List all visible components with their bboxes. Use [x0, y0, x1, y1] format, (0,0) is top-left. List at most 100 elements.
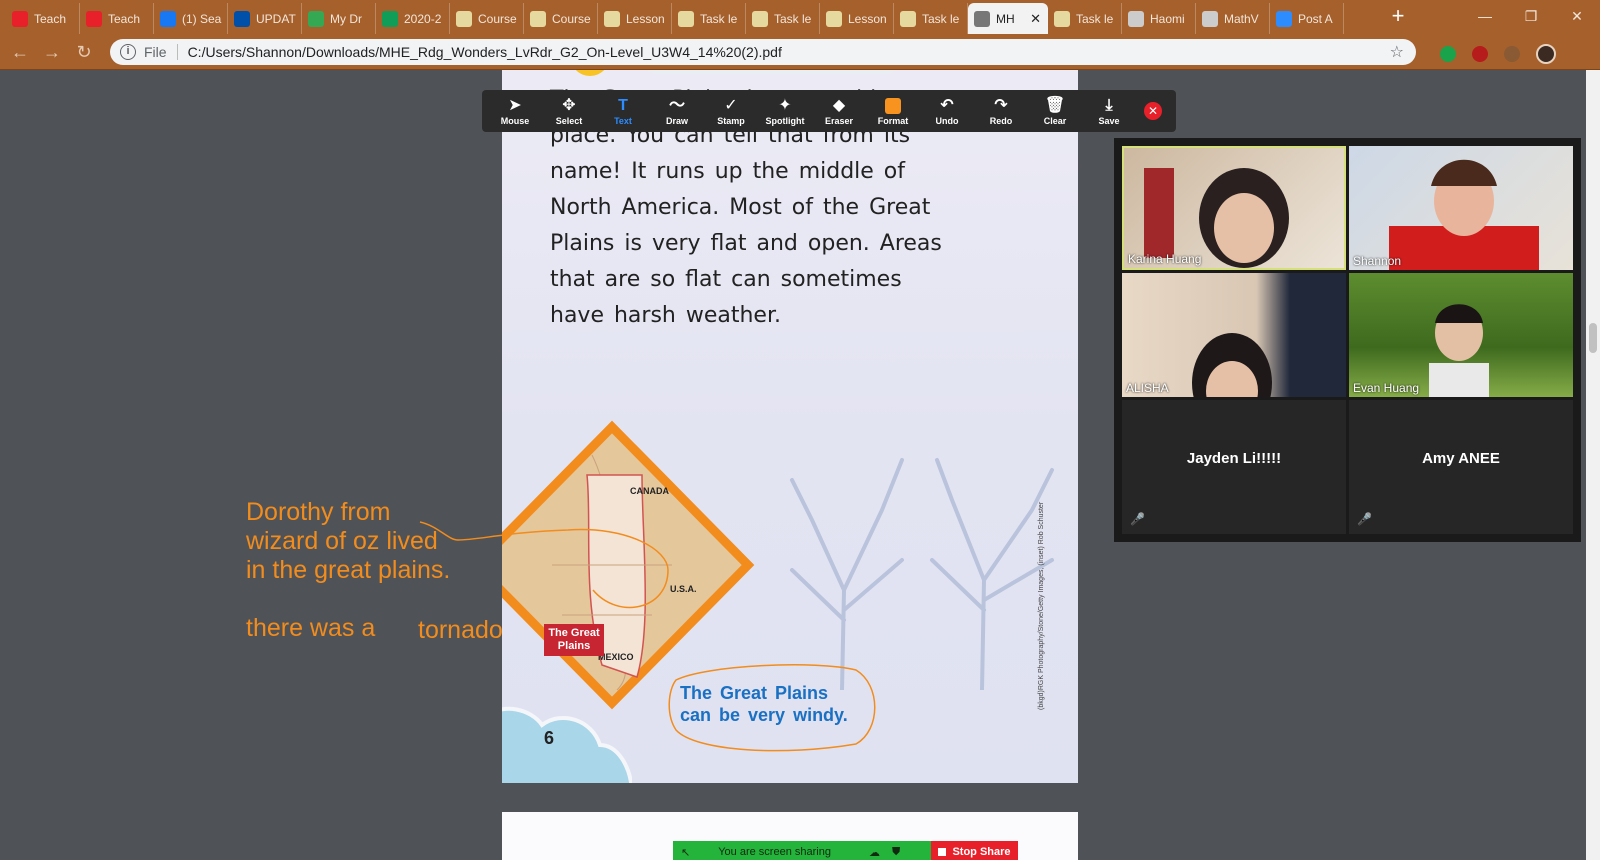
muted-mic-icon: 🎤	[1130, 512, 1145, 526]
minimize-button[interactable]: —	[1462, 4, 1508, 28]
browser-tab[interactable]: Teach	[80, 3, 154, 34]
bookmark-star-icon[interactable]: ☆	[1390, 42, 1404, 62]
close-annotation-button[interactable]: ✕	[1144, 102, 1162, 120]
tool-eraser[interactable]: ◆ Eraser	[812, 90, 866, 132]
tab-title: Teach	[108, 11, 141, 26]
tool-mouse[interactable]: ➤ Mouse	[488, 90, 542, 132]
tool-stamp[interactable]: ✓ Stamp	[704, 90, 758, 132]
browser-tab[interactable]: Task le	[746, 3, 820, 34]
video-tile-karina[interactable]: Karina Huang	[1122, 146, 1346, 270]
tab-title: UPDAT	[256, 11, 296, 26]
tool-label: Select	[555, 116, 583, 126]
profile-avatar[interactable]	[1536, 44, 1556, 64]
undo-icon: ↶	[940, 97, 954, 114]
tool-draw[interactable]: 〜 Draw	[650, 90, 704, 132]
participant-video	[1192, 333, 1272, 397]
video-tile-shannon[interactable]: Shannon	[1349, 146, 1573, 270]
teach-icon	[12, 10, 28, 27]
browser-tab[interactable]: (1) Sea	[154, 3, 228, 34]
browser-tab[interactable]: Course	[450, 3, 524, 34]
browser-tab[interactable]: Post A	[1270, 3, 1344, 34]
screen-share-bar: ↖ You are screen sharing ☁ ⛊ Stop Share	[673, 841, 1018, 860]
scrollbar-thumb[interactable]	[1589, 323, 1597, 353]
browser-tab[interactable]: Task le	[1048, 3, 1122, 34]
mouse-pointer-icon: ➤	[508, 97, 522, 114]
map-label-canada: CANADA	[630, 486, 669, 496]
browser-toolbar: ← → ↻ i File C:/Users/Shannon/Downloads/…	[0, 34, 1600, 70]
annotation-tool-list: ➤ Mouse ✥ Select T Text 〜 Draw ✓ Stamp ✦ Spotlight ◆…	[488, 90, 1136, 132]
video-tile-alisha[interactable]: ALISHA	[1122, 273, 1346, 397]
video-tile-evan[interactable]: Evan Huang	[1349, 273, 1573, 397]
browser-tab[interactable]: Course	[524, 3, 598, 34]
video-tile-jayden[interactable]: Jayden Li!!!!! 🎤	[1122, 400, 1346, 534]
tab-list: Teach Teach (1) Sea UPDAT My Dr 2020-2 Course C…	[6, 3, 1344, 34]
browser-tab[interactable]: UPDAT	[228, 3, 302, 34]
tool-undo[interactable]: ↶ Undo	[920, 90, 974, 132]
site-info-icon[interactable]: i	[120, 44, 136, 60]
document-icon	[826, 10, 842, 27]
browser-tab[interactable]: Teach	[6, 3, 80, 34]
browser-tab[interactable]: MathV	[1196, 3, 1270, 34]
tab-title: Task le	[922, 11, 960, 26]
annotation-toolbar: ➤ Mouse ✥ Select T Text 〜 Draw ✓ Stamp ✦ Spotlight ◆…	[482, 90, 1176, 132]
annotation-connector-stroke	[419, 521, 669, 609]
participant-video	[1389, 159, 1539, 270]
pdf-page: The Great Plains is a very bigplace. You…	[502, 70, 1078, 783]
document-icon	[604, 10, 620, 27]
sharing-status-text: You are screen sharing	[718, 846, 831, 858]
tab-title: Task le	[700, 11, 738, 26]
maximize-button[interactable]: ❐	[1508, 4, 1554, 28]
extension-chat-icon[interactable]	[1440, 46, 1456, 62]
tab-title: Course	[478, 11, 517, 26]
address-bar[interactable]: i File C:/Users/Shannon/Downloads/MHE_Rd…	[110, 39, 1416, 65]
browser-tab[interactable]: Lesson	[820, 3, 894, 34]
document-icon	[752, 10, 768, 27]
browser-tab[interactable]: MH ✕	[968, 3, 1048, 34]
annotation-line-4: there was a	[246, 614, 376, 642]
save-icon: ⤓	[1105, 97, 1113, 114]
tool-label: Format	[877, 116, 909, 126]
video-gallery: Karina Huang Shannon ALISHA Evan Huang J…	[1114, 138, 1581, 542]
callout-line-2: Plains	[557, 640, 591, 652]
browser-tab[interactable]: Haomi	[1122, 3, 1196, 34]
browser-tab[interactable]: My Dr	[302, 3, 376, 34]
browser-tab[interactable]: Task le	[894, 3, 968, 34]
browser-tab[interactable]: Lesson	[598, 3, 672, 34]
video-tile-amy[interactable]: Amy ANEE 🎤	[1349, 400, 1573, 534]
window-close-button[interactable]: ✕	[1554, 4, 1600, 28]
google-sheets-icon	[382, 10, 398, 27]
extensions-puzzle-icon[interactable]	[1504, 46, 1520, 62]
viewer-scrollbar[interactable]	[1586, 70, 1600, 860]
stop-share-button[interactable]: Stop Share	[931, 841, 1018, 860]
share-indicator-icon: ↖	[681, 846, 691, 859]
cloud-icon: ☁	[868, 846, 880, 859]
browser-tab[interactable]: 2020-2	[376, 3, 450, 34]
tool-text[interactable]: T Text	[596, 90, 650, 132]
participant-name: ALISHA	[1126, 381, 1169, 395]
sharing-status[interactable]: ↖ You are screen sharing ☁ ⛊	[673, 841, 931, 860]
tab-title: Task le	[774, 11, 812, 26]
passage-line: North America. Most of the Great	[550, 195, 931, 220]
forward-button[interactable]: →	[40, 40, 64, 64]
browser-tab[interactable]: Task le	[672, 3, 746, 34]
tool-redo[interactable]: ↷ Redo	[974, 90, 1028, 132]
new-tab-button[interactable]: +	[1384, 5, 1412, 29]
tool-label: Clear	[1043, 116, 1067, 126]
text-icon: T	[618, 97, 628, 114]
tool-label: Redo	[989, 116, 1013, 126]
participant-name: Amy ANEE	[1422, 450, 1500, 467]
teach-icon	[86, 10, 102, 27]
page-number: 6	[544, 728, 555, 748]
tool-label: Mouse	[500, 116, 530, 126]
tool-clear[interactable]: 🗑 Clear	[1028, 90, 1082, 132]
tool-spotlight[interactable]: ✦ Spotlight	[758, 90, 812, 132]
back-button[interactable]: ←	[8, 40, 32, 64]
tool-save[interactable]: ⤓ Save	[1082, 90, 1136, 132]
reload-button[interactable]: ↻	[72, 40, 96, 64]
tab-close-icon[interactable]: ✕	[1030, 11, 1041, 27]
participant-video	[1429, 304, 1489, 397]
url-text[interactable]: C:/Users/Shannon/Downloads/MHE_Rdg_Wonde…	[188, 44, 782, 60]
extension-ublock-icon[interactable]	[1472, 46, 1488, 62]
tool-format[interactable]: Format	[866, 90, 920, 132]
tool-select[interactable]: ✥ Select	[542, 90, 596, 132]
